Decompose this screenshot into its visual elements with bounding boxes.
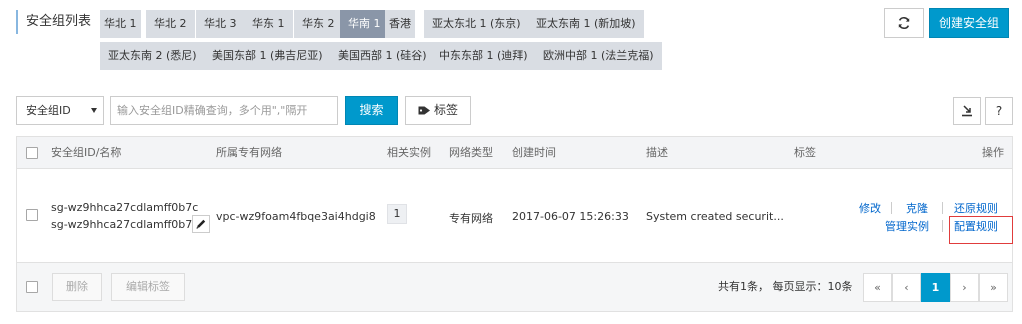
create-security-group-button[interactable]: 创建安全组 xyxy=(929,8,1009,38)
table-header: 安全组ID/名称 所属专有网络 相关实例 网络类型 创建时间 描述 标签 操作 xyxy=(17,137,1012,169)
security-group-id[interactable]: sg-wz9hhca27cdlamff0b7c xyxy=(51,201,198,214)
region-tab[interactable]: 亚太东南 1 (新加坡) xyxy=(528,10,644,38)
page-title: 安全组列表 xyxy=(16,10,91,34)
table-row: sg-wz9hhca27cdlamff0b7c sg-wz9hhca27cdla… xyxy=(17,169,1013,263)
instance-count-badge[interactable]: 1 xyxy=(387,204,407,224)
download-icon xyxy=(962,105,972,117)
description: System created securit... xyxy=(646,210,784,223)
region-tab[interactable]: 美国西部 1 (硅谷) xyxy=(330,42,435,70)
first-page-button[interactable]: « xyxy=(863,273,892,302)
export-button[interactable] xyxy=(953,97,981,125)
region-tab[interactable]: 香港 xyxy=(385,10,415,38)
region-tab[interactable]: 中东东部 1 (迪拜) xyxy=(431,42,536,70)
manage-instances-link[interactable]: 管理实例 xyxy=(885,218,929,234)
network-type: 专有网络 xyxy=(449,212,493,225)
vpc-id[interactable]: vpc-wz9foam4fbqe3ai4hdgi8 xyxy=(216,210,376,223)
tag-icon xyxy=(418,106,430,115)
prev-page-button[interactable]: ‹ xyxy=(892,273,921,302)
pencil-icon xyxy=(196,219,206,229)
search-field-select[interactable]: 安全组ID xyxy=(16,96,104,125)
column-actions: 操作 xyxy=(982,146,1004,159)
select-all-checkbox[interactable] xyxy=(26,147,38,159)
action-separator xyxy=(942,202,943,214)
modify-link[interactable]: 修改 xyxy=(859,200,881,216)
security-group-table: 安全组ID/名称 所属专有网络 相关实例 网络类型 创建时间 描述 标签 操作 … xyxy=(16,136,1013,312)
column-vpc: 所属专有网络 xyxy=(216,146,282,159)
chevron-down-icon xyxy=(91,108,97,113)
configure-rules-highlight xyxy=(949,216,1013,244)
row-checkbox[interactable] xyxy=(26,209,38,221)
table-footer: 删除 编辑标签 共有1条， 每页显示：10条 « ‹ 1 › » xyxy=(17,263,1012,311)
clone-link[interactable]: 克隆 xyxy=(906,200,928,216)
column-id-name: 安全组ID/名称 xyxy=(51,146,122,159)
region-tab[interactable]: 华北 3 xyxy=(196,10,245,38)
refresh-icon xyxy=(898,16,910,30)
created-time: 2017-06-07 15:26:33 xyxy=(512,210,629,223)
action-separator xyxy=(942,220,943,232)
security-group-name: sg-wz9hhca27cdlamff0b7... xyxy=(51,218,203,231)
edit-name-button[interactable] xyxy=(192,215,210,233)
next-page-button[interactable]: › xyxy=(950,273,979,302)
search-button[interactable]: 搜索 xyxy=(345,96,398,125)
edit-tags-button[interactable]: 编辑标签 xyxy=(111,273,185,301)
region-tab[interactable]: 美国东部 1 (弗吉尼亚) xyxy=(204,42,331,70)
tag-button-label: 标签 xyxy=(433,103,458,117)
region-tab[interactable]: 华北 2 xyxy=(146,10,195,38)
region-tab[interactable]: 华南 1 xyxy=(340,10,389,38)
security-group-page: 安全组列表 华北 1 华北 2 华北 3 华东 1 华东 2 华南 1 香港 亚太东北 1 (… xyxy=(0,0,1022,324)
select-value: 安全组ID xyxy=(26,104,71,117)
page-1-button[interactable]: 1 xyxy=(921,273,950,302)
region-tab[interactable]: 华东 2 xyxy=(294,10,343,38)
pagination-summary: 共有1条， 每页显示：10条 xyxy=(718,280,853,293)
region-tab[interactable]: 亚太东北 1 (东京) xyxy=(424,10,529,38)
region-tab[interactable]: 华北 1 xyxy=(100,10,141,38)
region-tab[interactable]: 欧洲中部 1 (法兰克福) xyxy=(535,42,662,70)
action-separator xyxy=(891,202,892,214)
delete-button[interactable]: 删除 xyxy=(52,273,102,301)
last-page-button[interactable]: » xyxy=(979,273,1008,302)
region-tab[interactable]: 华东 1 xyxy=(244,10,293,38)
column-tags: 标签 xyxy=(794,146,816,159)
column-instances: 相关实例 xyxy=(387,146,431,159)
region-tab[interactable]: 亚太东南 2 (悉尼) xyxy=(100,42,205,70)
column-network-type: 网络类型 xyxy=(449,146,493,159)
help-button[interactable]: ? xyxy=(985,97,1013,125)
tag-filter-button[interactable]: 标签 xyxy=(405,96,471,125)
column-created: 创建时间 xyxy=(512,146,556,159)
footer-select-checkbox[interactable] xyxy=(26,281,38,293)
refresh-button[interactable] xyxy=(884,8,924,38)
restore-rules-link[interactable]: 还原规则 xyxy=(954,200,998,216)
column-description: 描述 xyxy=(646,146,668,159)
search-input[interactable] xyxy=(110,96,338,125)
